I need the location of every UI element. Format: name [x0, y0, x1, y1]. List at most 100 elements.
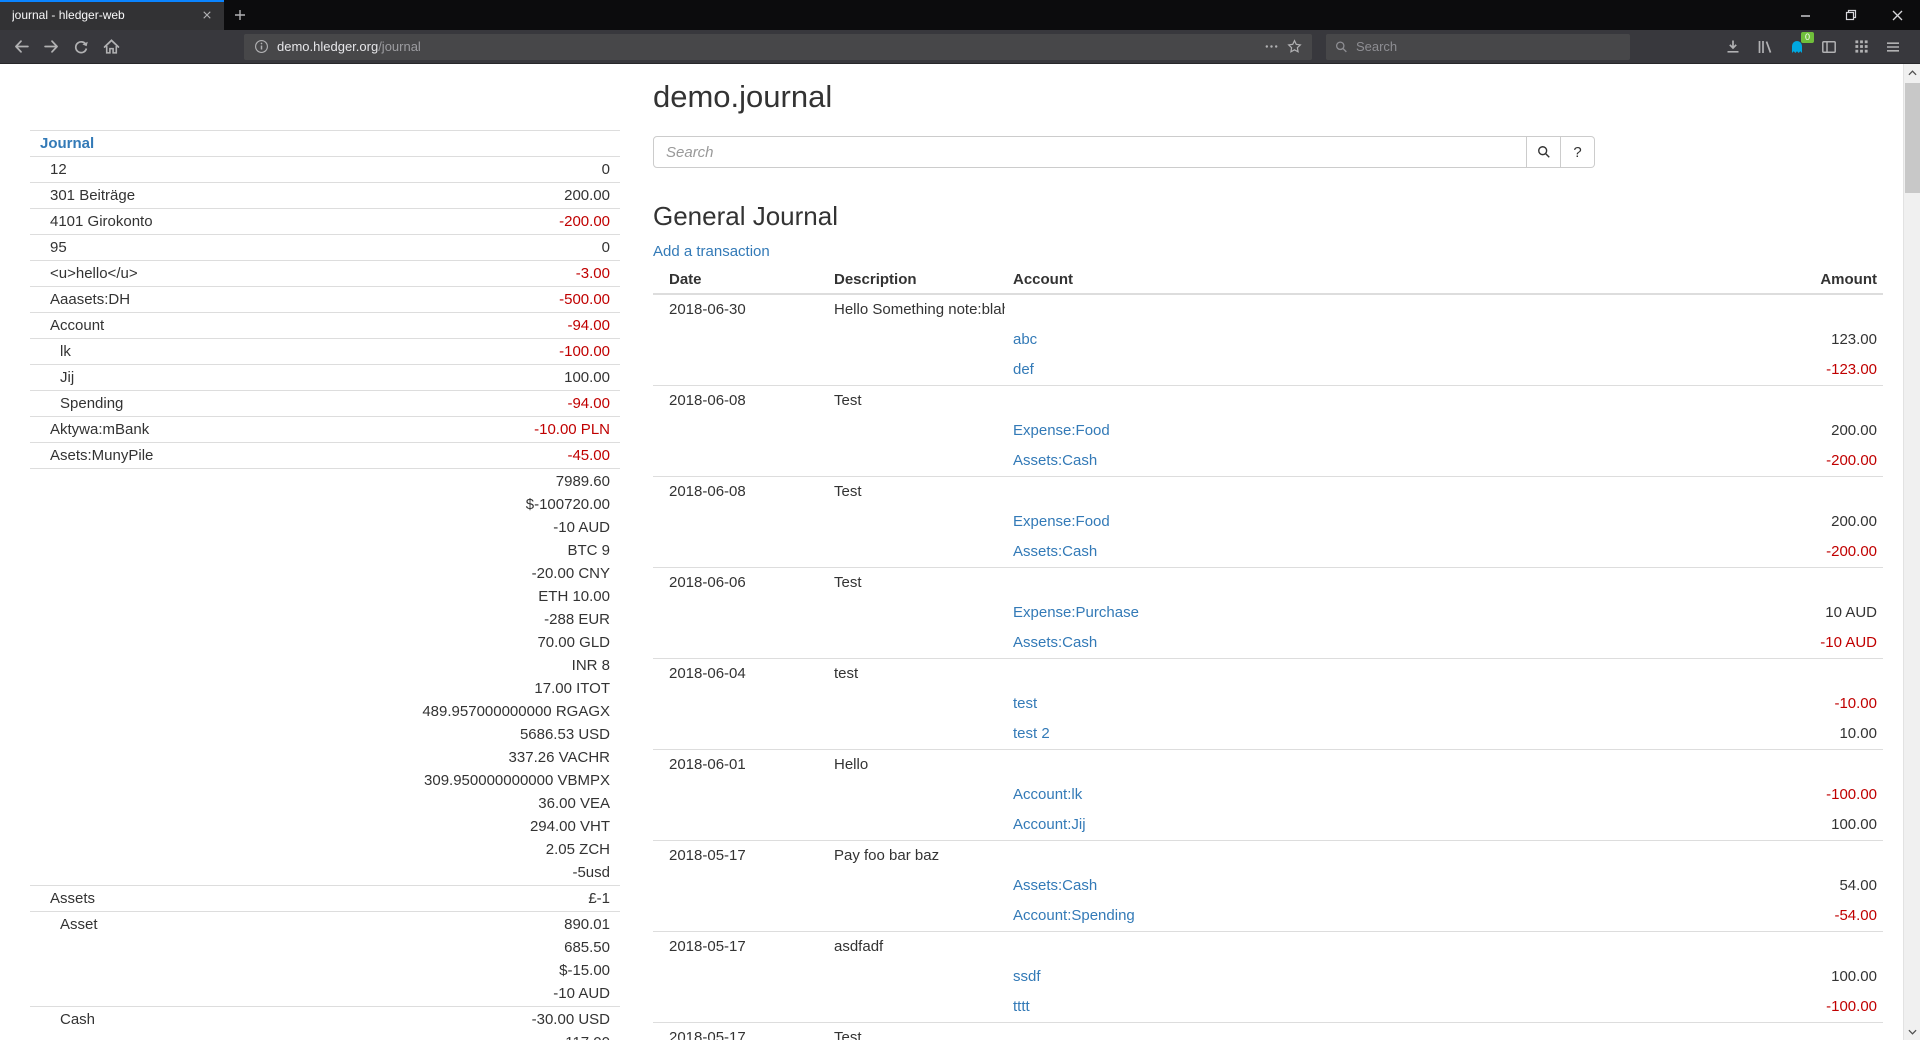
posting-account-link[interactable]: Account:Spending: [1013, 907, 1135, 924]
sidebar-account-link[interactable]: 12: [50, 158, 67, 181]
posting-amount: 200.00: [1573, 507, 1883, 537]
add-transaction-link[interactable]: Add a transaction: [653, 243, 770, 260]
sidebar-journal-link[interactable]: Journal: [40, 135, 94, 152]
account-row: Assets £-1: [30, 886, 620, 912]
posting-account-link[interactable]: test 2: [1013, 725, 1050, 742]
page-viewport: Journal 12 0 301 Beiträge 200.00 4101 Giroko…: [0, 64, 1903, 1040]
posting-account-link[interactable]: test: [1013, 695, 1037, 712]
posting-row: test-10.00: [653, 689, 1883, 719]
sidebar-account-link[interactable]: 95: [50, 236, 67, 259]
close-icon: [203, 11, 211, 19]
posting-account-link[interactable]: def: [1013, 361, 1034, 378]
sidebar-account-link[interactable]: Cash: [60, 1008, 95, 1031]
posting-row: Assets:Cash -10 AUD: [653, 628, 1883, 659]
posting-account-link[interactable]: Expense:Food: [1013, 513, 1110, 530]
sidebar-account-link[interactable]: 301 Beiträge: [50, 184, 135, 207]
download-icon: [1725, 39, 1741, 55]
browser-search-input[interactable]: [1356, 39, 1621, 54]
extension-ghostery-button[interactable]: 0: [1782, 33, 1812, 61]
sidebar-account-link[interactable]: Assets: [50, 887, 95, 910]
transaction-description: Test: [826, 1023, 1005, 1040]
transaction-description: Hello: [826, 750, 1005, 781]
close-icon: [1892, 10, 1903, 21]
close-window-button[interactable]: [1874, 0, 1920, 30]
new-tab-button[interactable]: [224, 0, 256, 30]
posting-account-link[interactable]: Assets:Cash: [1013, 452, 1097, 469]
browser-tab[interactable]: journal - hledger-web: [0, 0, 224, 30]
sidebar-account-link[interactable]: Jij: [60, 366, 74, 389]
forward-button[interactable]: [36, 33, 66, 61]
posting-account-link[interactable]: Account:lk: [1013, 786, 1082, 803]
sidebar-account-link[interactable]: lk: [60, 340, 71, 363]
page-actions-icon[interactable]: [1264, 39, 1279, 54]
minimize-icon: [1800, 10, 1811, 21]
grid-menu-button[interactable]: [1846, 33, 1876, 61]
posting-account-link[interactable]: Assets:Cash: [1013, 543, 1097, 560]
sidebar-account-link[interactable]: Asets:MunyPile: [50, 444, 153, 467]
sidebar-account-link[interactable]: 4101 Girokonto: [50, 210, 153, 233]
column-header-description: Description: [826, 266, 1005, 294]
posting-account-link[interactable]: Expense:Food: [1013, 422, 1110, 439]
journal-header-row: Date Description Account Amount: [653, 266, 1883, 294]
account-balance: -30.00 USD: [271, 1008, 610, 1031]
downloads-button[interactable]: [1718, 33, 1748, 61]
scroll-up-button[interactable]: [1904, 64, 1920, 81]
transaction-date: 2018-05-17: [653, 841, 826, 872]
sidebar-icon: [1821, 39, 1837, 55]
scroll-down-button[interactable]: [1904, 1023, 1920, 1040]
sidebar-account-link[interactable]: Account: [50, 314, 104, 337]
home-button[interactable]: [96, 33, 126, 61]
posting-account-link[interactable]: tttt: [1013, 998, 1030, 1015]
posting-row: ssdf 100.00: [653, 962, 1883, 992]
transaction-date: 2018-06-04: [653, 659, 826, 690]
posting-account-link[interactable]: Assets:Cash: [1013, 877, 1097, 894]
url-bar[interactable]: demo.hledger.org/journal: [244, 34, 1312, 60]
posting-account-link[interactable]: Account:Jij: [1013, 816, 1086, 833]
url-text[interactable]: demo.hledger.org/journal: [277, 39, 1256, 54]
search-submit-button[interactable]: [1527, 136, 1561, 168]
bookmark-star-icon[interactable]: [1287, 39, 1302, 54]
back-button[interactable]: [6, 33, 36, 61]
toolbar-spacer: [126, 46, 244, 47]
posting-amount: 100.00: [1573, 962, 1883, 992]
posting-account-link[interactable]: Assets:Cash: [1013, 634, 1097, 651]
sidebar-account-link[interactable]: Spending: [60, 392, 123, 415]
posting-amount: -100.00: [1573, 780, 1883, 810]
main-content: demo.journal ? General Journal Add a tra…: [653, 64, 1883, 1040]
sidebar-toggle-button[interactable]: [1814, 33, 1844, 61]
account-balance: -94.00: [271, 314, 610, 337]
posting-account-link[interactable]: Expense:Purchase: [1013, 604, 1139, 621]
column-header-account: Account: [1005, 266, 1573, 294]
page-scrollbar[interactable]: [1903, 64, 1920, 1040]
library-button[interactable]: [1750, 33, 1780, 61]
account-balance: £-1: [271, 887, 610, 910]
sidebar-account-link[interactable]: Asset: [60, 913, 98, 936]
minimize-button[interactable]: [1782, 0, 1828, 30]
library-icon: [1757, 39, 1773, 55]
page-info-icon[interactable]: [254, 39, 269, 54]
plus-icon: [234, 9, 246, 21]
restore-button[interactable]: [1828, 0, 1874, 30]
reload-button[interactable]: [66, 33, 96, 61]
account-row: 301 Beiträge 200.00: [30, 183, 620, 209]
sidebar-account-link[interactable]: Aktywa:mBank: [50, 418, 149, 441]
account-balance: 294.00 VHT: [271, 815, 610, 838]
posting-amount: -10 AUD: [1573, 628, 1883, 659]
posting-account-link[interactable]: abc: [1013, 331, 1037, 348]
sidebar-account-link[interactable]: <u>hello</u>: [50, 262, 138, 285]
posting-account-link[interactable]: ssdf: [1013, 968, 1041, 985]
home-icon: [103, 38, 120, 55]
account-balance: -3.00: [271, 262, 610, 285]
account-balance: 200.00: [271, 184, 610, 207]
tab-close-button[interactable]: [198, 6, 216, 24]
account-balance: -100.00: [271, 340, 610, 363]
scrollbar-thumb[interactable]: [1905, 83, 1920, 193]
menu-button[interactable]: [1878, 33, 1908, 61]
journal-search-input[interactable]: [653, 136, 1527, 168]
sidebar-account-link[interactable]: Aaasets:DH: [50, 288, 130, 311]
search-help-button[interactable]: ?: [1561, 136, 1595, 168]
browser-search-bar[interactable]: [1326, 34, 1630, 60]
search-icon: [1335, 40, 1348, 54]
transaction-row: 2018-06-30Hello Something note:blah: [653, 294, 1883, 325]
account-balance: 0: [271, 236, 610, 259]
